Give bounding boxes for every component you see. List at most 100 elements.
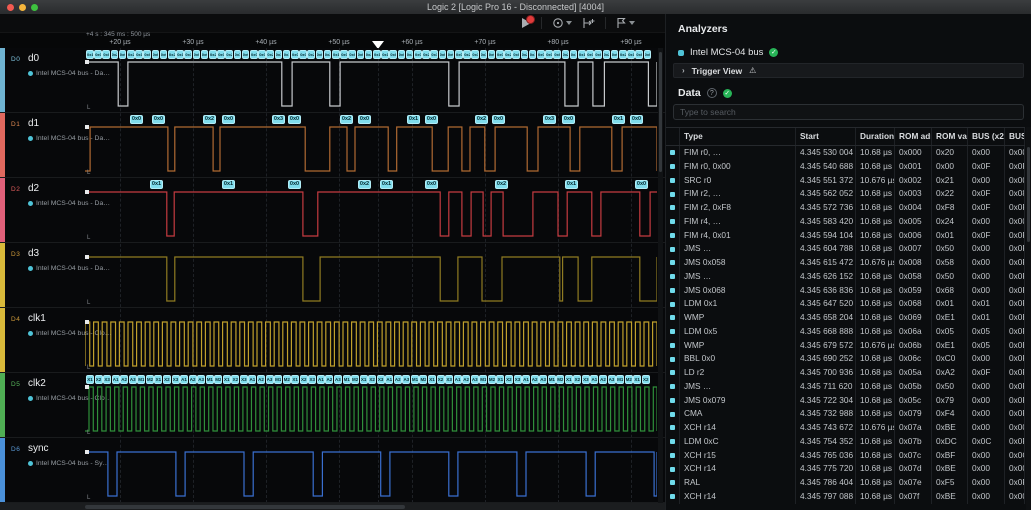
waveform-clk2[interactable]: X1X2X3A1A2A3M1M2X1X2X3A1A2A3M1M2X1X2X3A1… <box>85 373 657 438</box>
table-row[interactable]: JMS 0x0684.345 636 836 s10.68 µs0x0590x6… <box>666 284 1025 298</box>
table-row[interactable]: FIM r2, …4.345 562 052 s10.68 µs0x0030x2… <box>666 187 1025 201</box>
channel-name-label[interactable]: clk2 <box>28 378 46 389</box>
scrollbar-thumb[interactable] <box>85 505 405 509</box>
table-cell: 4.345 626 152 s <box>796 270 856 284</box>
wave-start-handle[interactable] <box>85 190 89 194</box>
table-header-cell[interactable]: BUS (x3) <box>1005 128 1025 145</box>
table-row[interactable]: WMP4.345 679 572 s10.676 µs0x06b0xE10x05… <box>666 339 1025 353</box>
waveform-d3[interactable]: L <box>85 243 657 308</box>
table-row[interactable]: FIM r4, 0x014.345 594 104 s10.68 µs0x006… <box>666 229 1025 243</box>
bus-value-badge: X2 <box>95 375 103 384</box>
table-row[interactable]: XCH r154.345 765 036 s10.68 µs0x07c0xBF0… <box>666 449 1025 463</box>
maximize-button[interactable] <box>31 4 38 11</box>
table-row[interactable]: FIM r4, …4.345 583 420 s10.68 µs0x0050x2… <box>666 215 1025 229</box>
table-row[interactable]: JMS …4.345 626 152 s10.68 µs0x0580x500x0… <box>666 270 1025 284</box>
add-measurement-button[interactable] <box>582 17 595 29</box>
waveform-d1[interactable]: 0x00x00x20x00x30x00x20x00x10x00x20x00x30… <box>85 113 657 178</box>
wave-start-handle[interactable] <box>85 385 89 389</box>
row-marker-icon <box>670 315 675 320</box>
waveform-d0[interactable]: 0x10x00x00x20x00x20x10x00x00x00x20x10x10… <box>85 48 657 113</box>
bus-value-badge: A2 <box>257 375 265 384</box>
waveform-sync[interactable]: L <box>85 438 657 503</box>
minimize-button[interactable] <box>19 4 26 11</box>
close-button[interactable] <box>7 4 14 11</box>
table-cell: 0x07a <box>895 421 932 435</box>
low-level-label: L <box>87 300 90 306</box>
table-header-cell[interactable]: BUS (x2) <box>968 128 1005 145</box>
table-header-cell[interactable]: Duration <box>856 128 895 145</box>
table-row[interactable]: JMS …4.345 604 788 s10.68 µs0x0070x500x0… <box>666 242 1025 256</box>
help-icon[interactable]: ? <box>707 88 717 98</box>
channel-name-label[interactable]: clk1 <box>28 313 46 324</box>
trigger-view-collapse[interactable]: › Trigger View ⚠ <box>673 63 1024 78</box>
wave-start-handle[interactable] <box>85 60 89 64</box>
bus-value-badge: 0x0 <box>635 180 648 189</box>
table-row[interactable]: XCH r144.345 797 088 s10.68 µs0x07f0xBE0… <box>666 490 1025 504</box>
table-cell: FIM r0, … <box>680 146 796 160</box>
timing-settings-button[interactable] <box>552 17 572 29</box>
table-row[interactable]: LD r24.345 700 936 s10.68 µs0x05a0xA20x0… <box>666 366 1025 380</box>
table-row[interactable]: FIM r0, 0x004.345 540 688 s10.68 µs0x001… <box>666 160 1025 174</box>
table-cell: 10.68 µs <box>856 462 895 476</box>
channel-name-label[interactable]: sync <box>28 443 49 454</box>
row-marker-icon <box>670 494 675 499</box>
table-row[interactable]: XCH r144.345 775 720 s10.68 µs0x07d0xBE0… <box>666 462 1025 476</box>
table-cell: 4.345 551 372 s <box>796 174 856 188</box>
wave-start-handle[interactable] <box>85 320 89 324</box>
table-row[interactable]: JMS 0x0584.345 615 472 s10.676 µs0x0080x… <box>666 256 1025 270</box>
table-cell: 10.68 µs <box>856 242 895 256</box>
time-ruler[interactable]: +4 s : 345 ms : 500 µs +20 µs+30 µs+40 µ… <box>85 32 657 48</box>
table-row[interactable]: LDM 0x14.345 647 520 s10.68 µs0x0680x010… <box>666 297 1025 311</box>
table-row[interactable]: FIM r0, …4.345 530 004 s10.68 µs0x0000x2… <box>666 146 1025 160</box>
table-row[interactable]: LDM 0x54.345 668 888 s10.68 µs0x06a0x050… <box>666 325 1025 339</box>
low-level-label: L <box>87 365 90 371</box>
table-header-cell[interactable]: Start <box>796 128 856 145</box>
wave-start-handle[interactable] <box>85 125 89 129</box>
channel-name-label[interactable]: d3 <box>28 248 39 259</box>
start-capture-button[interactable] <box>522 18 531 28</box>
channel-name-label[interactable]: d2 <box>28 183 39 194</box>
table-header-cell[interactable]: ROM adr <box>895 128 932 145</box>
table-cell: 4.345 562 052 s <box>796 187 856 201</box>
channel-name-label[interactable]: d0 <box>28 53 39 64</box>
table-row[interactable]: FIM r2, 0xF84.345 572 736 s10.68 µs0x004… <box>666 201 1025 215</box>
search-input[interactable] <box>673 104 1024 120</box>
channel-row-clk1[interactable]: D4clk1Intel MCS-04 bus - Clo…L <box>0 308 665 373</box>
waveform-clk1[interactable]: L <box>85 308 657 373</box>
bus-value-badge: X2 <box>505 375 513 384</box>
table-row[interactable]: XCH r144.345 743 672 s10.676 µs0x07a0xBE… <box>666 421 1025 435</box>
table-row[interactable]: RAL4.345 786 404 s10.68 µs0x07e0xF50x000… <box>666 476 1025 490</box>
channel-row-d3[interactable]: D3d3Intel MCS-04 bus - Da…L <box>0 243 665 308</box>
waveform-d2[interactable]: 0x10x10x00x20x10x00x20x10x0L <box>85 178 657 243</box>
table-row[interactable]: CMA4.345 732 988 s10.68 µs0x0790xF40x000… <box>666 407 1025 421</box>
table-header-cell[interactable]: Type <box>680 128 796 145</box>
table-cell: 0xC0 <box>932 352 968 366</box>
channel-row-clk2[interactable]: D5clk2Intel MCS-04 bus - Clo…X1X2X3A1A2A… <box>0 373 665 438</box>
table-row[interactable]: SRC r04.345 551 372 s10.676 µs0x0020x210… <box>666 174 1025 188</box>
table-header-cell[interactable]: ROM val <box>932 128 968 145</box>
table-row[interactable]: WMP4.345 658 204 s10.68 µs0x0690xE10x010… <box>666 311 1025 325</box>
table-row[interactable]: JMS …4.345 711 620 s10.68 µs0x05b0x500x0… <box>666 380 1025 394</box>
wave-start-handle[interactable] <box>85 255 89 259</box>
channel-row-d2[interactable]: D2d2Intel MCS-04 bus - Da…0x10x10x00x20x… <box>0 178 665 243</box>
scrollbar-thumb[interactable] <box>1027 147 1030 242</box>
bus-value-badge: 0x1 <box>529 50 537 59</box>
waveform-vertical-scrollbar[interactable] <box>658 48 663 503</box>
analyzer-dot-icon <box>28 331 33 336</box>
annotations-button[interactable] <box>616 17 635 29</box>
table-row[interactable]: LDM 0xC4.345 754 352 s10.68 µs0x07b0xDC0… <box>666 435 1025 449</box>
channel-row-sync[interactable]: D6syncIntel MCS-04 bus - Sy…L <box>0 438 665 503</box>
row-marker-cell <box>666 242 680 256</box>
channel-row-d0[interactable]: D0d0Intel MCS-04 bus - Da…0x10x00x00x20x… <box>0 48 665 113</box>
table-cell: 0x07c <box>895 449 932 463</box>
channel-row-d1[interactable]: D1d1Intel MCS-04 bus - Da…0x00x00x20x00x… <box>0 113 665 178</box>
analyzer-item-intel-mcs04[interactable]: Intel MCS-04 bus ✓ <box>678 47 778 58</box>
scrollbar-thumb[interactable] <box>659 52 662 172</box>
table-row[interactable]: JMS 0x0794.345 722 304 s10.68 µs0x05c0x7… <box>666 394 1025 408</box>
bus-value-badge: 0x2 <box>168 50 176 59</box>
wave-start-handle[interactable] <box>85 450 89 454</box>
channel-name-label[interactable]: d1 <box>28 118 39 129</box>
table-row[interactable]: BBL 0x04.345 690 252 s10.68 µs0x06c0xC00… <box>666 352 1025 366</box>
table-scrollbar[interactable] <box>1026 127 1031 510</box>
bus-value-badge: 0x0 <box>152 115 165 124</box>
